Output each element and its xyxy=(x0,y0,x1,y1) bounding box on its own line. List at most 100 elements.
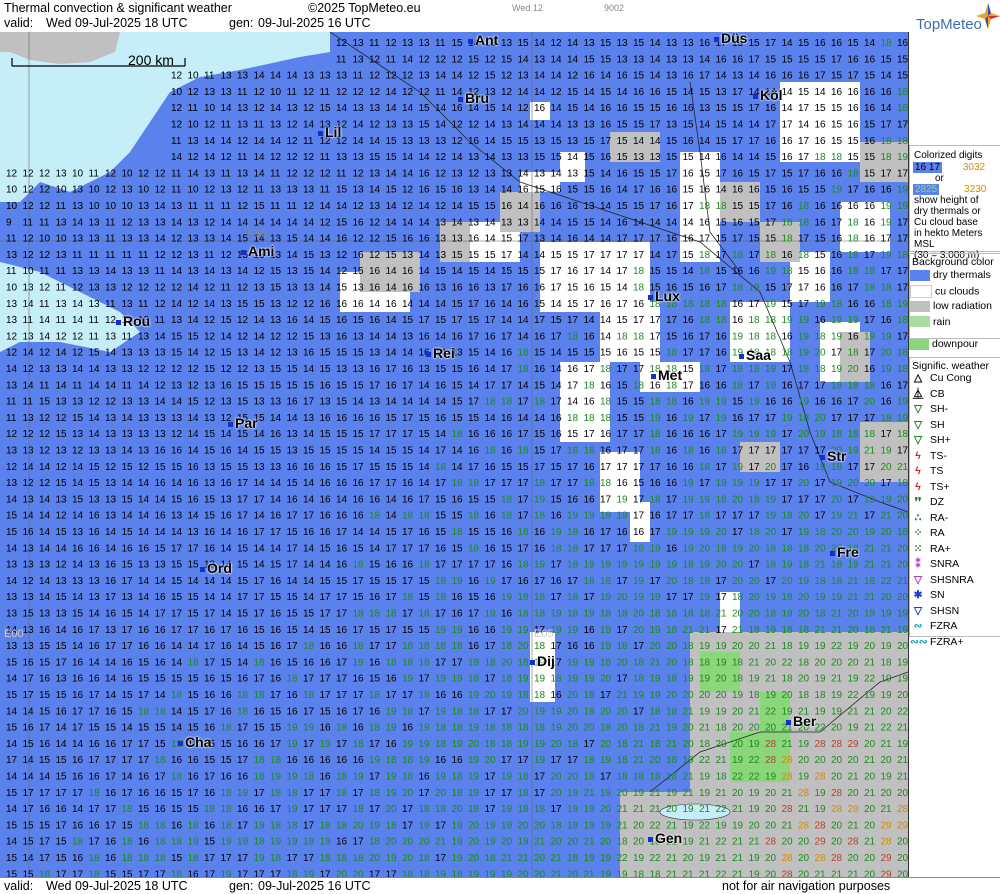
thermal-height-digit: 11 xyxy=(188,103,199,114)
thermal-height-digit: 14 xyxy=(435,331,447,342)
city-fre[interactable]: Fre xyxy=(830,544,859,560)
thermal-height-digit: 12 xyxy=(468,168,480,179)
thermal-height-digit: 14 xyxy=(699,152,711,163)
thermal-height-digit: 16 xyxy=(765,103,777,114)
thermal-height-digit: 17 xyxy=(864,315,876,326)
city-rei[interactable]: Rei xyxy=(426,345,455,361)
thermal-height-digit: 20 xyxy=(831,723,843,734)
thermal-height-digit: 18 xyxy=(699,266,711,277)
city-lil[interactable]: Lil xyxy=(318,124,341,140)
thermal-height-digit: 13 xyxy=(435,250,447,261)
thermal-height-digit: 19 xyxy=(831,331,843,342)
city-ant[interactable]: Ant xyxy=(468,32,498,48)
thermal-height-digit: 14 xyxy=(155,397,167,408)
thermal-height-digit: 15 xyxy=(23,837,35,848)
city-kol[interactable]: Köl xyxy=(753,87,783,103)
city-bru[interactable]: Bru xyxy=(458,90,489,106)
thermal-height-digit: 20 xyxy=(798,837,810,848)
thermal-height-digit: 21 xyxy=(897,576,908,587)
city-dus[interactable]: Düs xyxy=(714,32,747,46)
thermal-height-digit: 15 xyxy=(155,543,167,554)
thermal-height-digit: 18 xyxy=(518,348,530,359)
topmeteo-logo[interactable]: TopMeteo xyxy=(908,0,1000,33)
thermal-height-digit: 17 xyxy=(765,201,777,212)
thermal-height-digit: 17 xyxy=(237,755,249,766)
city-lux[interactable]: Lux xyxy=(648,288,680,304)
thermal-height-digit: 17 xyxy=(765,413,777,424)
thermal-height-digit: 15 xyxy=(386,250,398,261)
thermal-height-digit: 20 xyxy=(551,837,563,848)
thermal-height-digit: 14 xyxy=(534,120,546,131)
thermal-height-digit: 19 xyxy=(419,739,431,750)
thermal-height-digit: 20 xyxy=(749,592,761,603)
thermal-height-digit: 14 xyxy=(155,527,167,538)
thermal-height-digit: 18 xyxy=(650,772,662,783)
city-ord[interactable]: Ord xyxy=(200,560,232,576)
thermal-height-digit: 19 xyxy=(831,185,843,196)
thermal-height-digit: 17 xyxy=(650,120,662,131)
thermal-height-digit: 17 xyxy=(452,315,464,326)
valid-time: Wed 09-Jul-2025 18 UTC xyxy=(46,16,188,30)
thermal-height-digit: 18 xyxy=(468,674,480,685)
thermal-height-digit: 20 xyxy=(765,527,777,538)
thermal-height-digit: 12 xyxy=(501,87,513,98)
thermal-height-digit: 12 xyxy=(336,250,348,261)
thermal-height-digit: 20 xyxy=(897,837,908,848)
city-saa[interactable]: Saa xyxy=(739,347,771,363)
thermal-height-digit: 17 xyxy=(666,592,678,603)
thermal-height-digit: 14 xyxy=(122,446,134,457)
thermal-height-digit: 16 xyxy=(89,739,101,750)
thermal-height-digit: 17 xyxy=(633,641,645,652)
thermal-height-digit: 17 xyxy=(600,250,612,261)
city-par[interactable]: Par xyxy=(228,415,258,431)
thermal-height-digit: 19 xyxy=(699,706,711,717)
thermal-height-digit: 13 xyxy=(72,201,84,212)
thermal-height-digit: 15 xyxy=(336,380,348,391)
thermal-height-digit: 15 xyxy=(501,54,513,65)
thermal-height-digit: 16 xyxy=(188,478,200,489)
thermal-height-digit: 18 xyxy=(782,674,794,685)
thermal-height-digit: 11 xyxy=(221,120,232,131)
thermal-height-digit: 14 xyxy=(171,641,183,652)
thermal-map[interactable]: 12 13 11 12 13 13 11 15 14 13 13 15 14 12 14 13 15 13 15 14… xyxy=(0,32,909,877)
thermal-height-digit: 20 xyxy=(864,804,876,815)
city-ber[interactable]: Ber xyxy=(786,713,816,729)
thermal-height-digit: 15 xyxy=(138,804,150,815)
thermal-height-digit: 20 xyxy=(864,869,876,877)
thermal-height-digit: 18 xyxy=(336,723,348,734)
label-cu-clouds: cu clouds xyxy=(935,284,980,297)
thermal-height-digit: 18 xyxy=(782,217,794,228)
thermal-height-digit: 14 xyxy=(485,234,497,245)
wx-label: SHSNRA xyxy=(930,573,974,586)
thermal-height-digit: 15 xyxy=(6,657,18,668)
city-dij[interactable]: Dij xyxy=(530,653,555,669)
thermal-height-digit: 11 xyxy=(270,201,281,212)
thermal-height-digit: 22 xyxy=(881,576,893,587)
city-gen[interactable]: Gen xyxy=(648,830,682,846)
thermal-height-digit: 28 xyxy=(782,869,794,877)
city-cha[interactable]: Cha xyxy=(178,734,211,750)
thermal-height-digit: 16 xyxy=(567,364,579,375)
thermal-height-digit: 18 xyxy=(897,315,908,326)
thermal-height-digit: 14 xyxy=(204,592,216,603)
thermal-height-digit: 17 xyxy=(122,625,134,636)
thermal-height-digit: 19 xyxy=(435,869,447,877)
thermal-height-digit: 17 xyxy=(122,641,134,652)
thermal-height-digit: 14 xyxy=(254,331,266,342)
thermal-height-digit: 17 xyxy=(848,185,860,196)
thermal-height-digit: 14 xyxy=(617,185,629,196)
thermal-height-digit: 15 xyxy=(221,739,233,750)
city-met[interactable]: Met xyxy=(651,367,682,383)
thermal-height-digit: 18 xyxy=(798,201,810,212)
thermal-height-digit: 13 xyxy=(188,136,200,147)
thermal-height-digit: 15 xyxy=(72,494,84,505)
thermal-height-digit: 17 xyxy=(254,527,266,538)
city-rou[interactable]: Rou xyxy=(116,313,150,329)
thermal-height-digit: 18 xyxy=(815,690,827,701)
thermal-height-digit: 13 xyxy=(171,315,183,326)
city-ami[interactable]: Ami xyxy=(241,243,274,259)
thermal-height-digit: 12 xyxy=(171,429,183,440)
city-str[interactable]: Str xyxy=(820,448,846,464)
thermal-height-digit: 15 xyxy=(6,527,18,538)
thermal-height-digit: 17 xyxy=(254,576,266,587)
